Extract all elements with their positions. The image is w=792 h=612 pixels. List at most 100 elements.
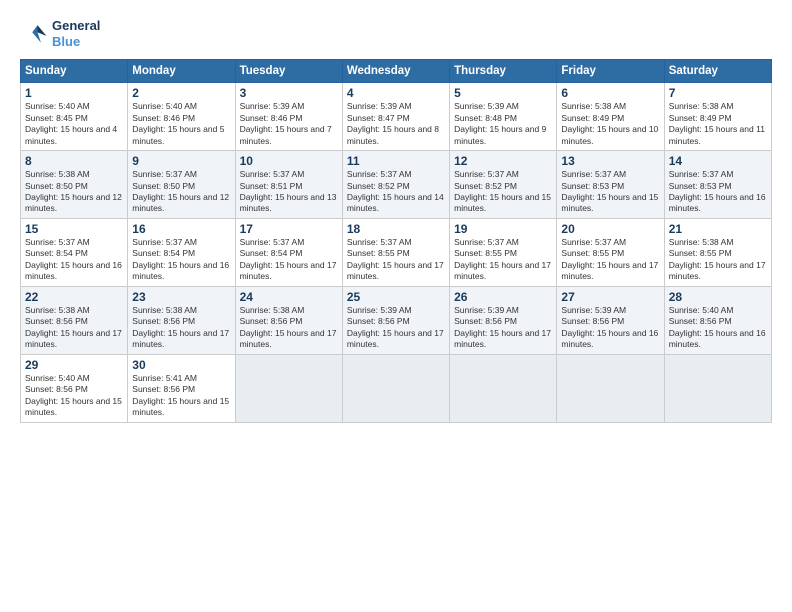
day-info: Sunrise: 5:38 AMSunset: 8:50 PMDaylight:… (25, 169, 123, 215)
day-info: Sunrise: 5:39 AMSunset: 8:47 PMDaylight:… (347, 101, 445, 147)
day-cell: 24 Sunrise: 5:38 AMSunset: 8:56 PMDaylig… (235, 286, 342, 354)
day-info: Sunrise: 5:37 AMSunset: 8:53 PMDaylight:… (669, 169, 767, 215)
day-cell: 8 Sunrise: 5:38 AMSunset: 8:50 PMDayligh… (21, 151, 128, 219)
day-info: Sunrise: 5:40 AMSunset: 8:56 PMDaylight:… (669, 305, 767, 351)
day-cell: 1 Sunrise: 5:40 AMSunset: 8:45 PMDayligh… (21, 83, 128, 151)
day-info: Sunrise: 5:37 AMSunset: 8:54 PMDaylight:… (25, 237, 123, 283)
day-number: 28 (669, 290, 767, 304)
col-thursday: Thursday (450, 60, 557, 83)
day-cell: 11 Sunrise: 5:37 AMSunset: 8:52 PMDaylig… (342, 151, 449, 219)
day-number: 24 (240, 290, 338, 304)
day-info: Sunrise: 5:39 AMSunset: 8:46 PMDaylight:… (240, 101, 338, 147)
day-info: Sunrise: 5:37 AMSunset: 8:55 PMDaylight:… (347, 237, 445, 283)
day-number: 9 (132, 154, 230, 168)
day-info: Sunrise: 5:41 AMSunset: 8:56 PMDaylight:… (132, 373, 230, 419)
page-header: General Blue (20, 18, 772, 49)
day-cell: 22 Sunrise: 5:38 AMSunset: 8:56 PMDaylig… (21, 286, 128, 354)
col-wednesday: Wednesday (342, 60, 449, 83)
calendar-row: 22 Sunrise: 5:38 AMSunset: 8:56 PMDaylig… (21, 286, 772, 354)
day-number: 13 (561, 154, 659, 168)
day-info: Sunrise: 5:39 AMSunset: 8:56 PMDaylight:… (347, 305, 445, 351)
logo: General Blue (20, 18, 100, 49)
day-number: 3 (240, 86, 338, 100)
day-number: 8 (25, 154, 123, 168)
day-info: Sunrise: 5:39 AMSunset: 8:56 PMDaylight:… (454, 305, 552, 351)
col-friday: Friday (557, 60, 664, 83)
day-number: 11 (347, 154, 445, 168)
day-info: Sunrise: 5:38 AMSunset: 8:56 PMDaylight:… (132, 305, 230, 351)
logo-icon (20, 20, 48, 48)
day-cell: 10 Sunrise: 5:37 AMSunset: 8:51 PMDaylig… (235, 151, 342, 219)
empty-cell (557, 354, 664, 422)
day-info: Sunrise: 5:37 AMSunset: 8:52 PMDaylight:… (454, 169, 552, 215)
day-cell: 5 Sunrise: 5:39 AMSunset: 8:48 PMDayligh… (450, 83, 557, 151)
day-number: 16 (132, 222, 230, 236)
day-cell: 23 Sunrise: 5:38 AMSunset: 8:56 PMDaylig… (128, 286, 235, 354)
day-number: 30 (132, 358, 230, 372)
day-cell: 17 Sunrise: 5:37 AMSunset: 8:54 PMDaylig… (235, 218, 342, 286)
calendar-row: 1 Sunrise: 5:40 AMSunset: 8:45 PMDayligh… (21, 83, 772, 151)
day-cell: 29 Sunrise: 5:40 AMSunset: 8:56 PMDaylig… (21, 354, 128, 422)
day-number: 2 (132, 86, 230, 100)
day-cell: 3 Sunrise: 5:39 AMSunset: 8:46 PMDayligh… (235, 83, 342, 151)
day-number: 6 (561, 86, 659, 100)
day-cell: 12 Sunrise: 5:37 AMSunset: 8:52 PMDaylig… (450, 151, 557, 219)
day-number: 23 (132, 290, 230, 304)
day-number: 21 (669, 222, 767, 236)
day-cell: 9 Sunrise: 5:37 AMSunset: 8:50 PMDayligh… (128, 151, 235, 219)
day-number: 22 (25, 290, 123, 304)
day-cell: 28 Sunrise: 5:40 AMSunset: 8:56 PMDaylig… (664, 286, 771, 354)
day-number: 7 (669, 86, 767, 100)
col-monday: Monday (128, 60, 235, 83)
day-number: 5 (454, 86, 552, 100)
day-cell: 18 Sunrise: 5:37 AMSunset: 8:55 PMDaylig… (342, 218, 449, 286)
day-number: 26 (454, 290, 552, 304)
calendar-row: 29 Sunrise: 5:40 AMSunset: 8:56 PMDaylig… (21, 354, 772, 422)
day-cell: 15 Sunrise: 5:37 AMSunset: 8:54 PMDaylig… (21, 218, 128, 286)
day-info: Sunrise: 5:37 AMSunset: 8:54 PMDaylight:… (132, 237, 230, 283)
col-saturday: Saturday (664, 60, 771, 83)
empty-cell (342, 354, 449, 422)
day-number: 10 (240, 154, 338, 168)
calendar-header-row: Sunday Monday Tuesday Wednesday Thursday… (21, 60, 772, 83)
day-info: Sunrise: 5:39 AMSunset: 8:48 PMDaylight:… (454, 101, 552, 147)
day-cell: 27 Sunrise: 5:39 AMSunset: 8:56 PMDaylig… (557, 286, 664, 354)
day-number: 29 (25, 358, 123, 372)
empty-cell (450, 354, 557, 422)
day-info: Sunrise: 5:40 AMSunset: 8:56 PMDaylight:… (25, 373, 123, 419)
day-info: Sunrise: 5:40 AMSunset: 8:46 PMDaylight:… (132, 101, 230, 147)
day-cell: 13 Sunrise: 5:37 AMSunset: 8:53 PMDaylig… (557, 151, 664, 219)
empty-cell (235, 354, 342, 422)
day-info: Sunrise: 5:40 AMSunset: 8:45 PMDaylight:… (25, 101, 123, 147)
day-info: Sunrise: 5:37 AMSunset: 8:52 PMDaylight:… (347, 169, 445, 215)
day-info: Sunrise: 5:38 AMSunset: 8:55 PMDaylight:… (669, 237, 767, 283)
day-number: 17 (240, 222, 338, 236)
day-number: 25 (347, 290, 445, 304)
day-number: 4 (347, 86, 445, 100)
day-cell: 6 Sunrise: 5:38 AMSunset: 8:49 PMDayligh… (557, 83, 664, 151)
logo-line1: General (52, 18, 100, 34)
calendar-row: 15 Sunrise: 5:37 AMSunset: 8:54 PMDaylig… (21, 218, 772, 286)
empty-cell (664, 354, 771, 422)
day-cell: 16 Sunrise: 5:37 AMSunset: 8:54 PMDaylig… (128, 218, 235, 286)
day-cell: 30 Sunrise: 5:41 AMSunset: 8:56 PMDaylig… (128, 354, 235, 422)
day-cell: 2 Sunrise: 5:40 AMSunset: 8:46 PMDayligh… (128, 83, 235, 151)
day-cell: 14 Sunrise: 5:37 AMSunset: 8:53 PMDaylig… (664, 151, 771, 219)
day-number: 15 (25, 222, 123, 236)
day-cell: 20 Sunrise: 5:37 AMSunset: 8:55 PMDaylig… (557, 218, 664, 286)
day-info: Sunrise: 5:39 AMSunset: 8:56 PMDaylight:… (561, 305, 659, 351)
day-cell: 25 Sunrise: 5:39 AMSunset: 8:56 PMDaylig… (342, 286, 449, 354)
day-number: 12 (454, 154, 552, 168)
col-tuesday: Tuesday (235, 60, 342, 83)
day-info: Sunrise: 5:37 AMSunset: 8:50 PMDaylight:… (132, 169, 230, 215)
day-cell: 19 Sunrise: 5:37 AMSunset: 8:55 PMDaylig… (450, 218, 557, 286)
day-number: 1 (25, 86, 123, 100)
day-info: Sunrise: 5:37 AMSunset: 8:54 PMDaylight:… (240, 237, 338, 283)
day-number: 27 (561, 290, 659, 304)
day-number: 14 (669, 154, 767, 168)
day-info: Sunrise: 5:38 AMSunset: 8:49 PMDaylight:… (561, 101, 659, 147)
calendar-row: 8 Sunrise: 5:38 AMSunset: 8:50 PMDayligh… (21, 151, 772, 219)
logo-line2: Blue (52, 34, 100, 50)
day-cell: 7 Sunrise: 5:38 AMSunset: 8:49 PMDayligh… (664, 83, 771, 151)
day-number: 20 (561, 222, 659, 236)
